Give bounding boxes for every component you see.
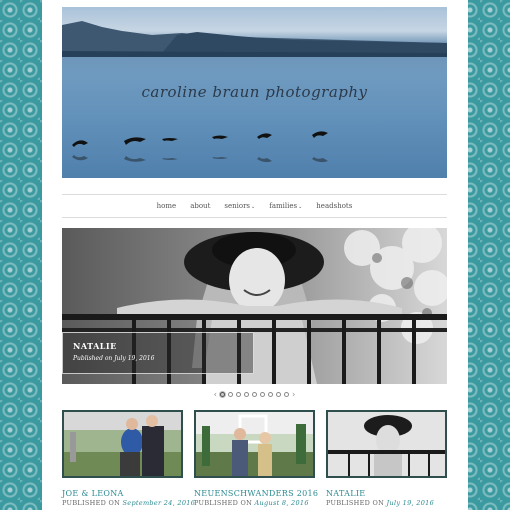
- nav-item-home[interactable]: home: [157, 202, 177, 210]
- recent-posts: JOE & LEONA PUBLISHED ON September 24, 2…: [62, 410, 447, 510]
- chevron-down-icon: ⌄: [251, 204, 256, 210]
- slider-dot[interactable]: [268, 391, 273, 397]
- chevron-down-icon: ⌄: [298, 204, 303, 210]
- post-thumbnail[interactable]: [194, 410, 315, 478]
- post-card[interactable]: NEUENSCHWANDERS 2016 PUBLISHED ON August…: [194, 410, 318, 507]
- post-date[interactable]: September 24, 2016: [123, 499, 196, 507]
- post-meta-prefix: PUBLISHED ON: [326, 499, 385, 507]
- nav-label: home: [156, 202, 177, 210]
- post-meta-prefix: PUBLISHED ON: [194, 499, 253, 507]
- post-date[interactable]: August 8, 2016: [255, 499, 309, 507]
- slider-dot[interactable]: [228, 391, 233, 397]
- slider-dot[interactable]: [236, 391, 241, 397]
- slider-dot[interactable]: [244, 391, 249, 397]
- nav-label: about: [190, 202, 211, 210]
- post-photo: [196, 412, 313, 476]
- post-thumbnail[interactable]: [62, 410, 183, 478]
- slider-navigation: ‹ ›: [62, 389, 447, 399]
- nav-label: headshots: [316, 202, 353, 210]
- post-title[interactable]: JOE & LEONA: [62, 489, 183, 498]
- site-title[interactable]: caroline braun photography: [62, 83, 447, 101]
- slide-caption[interactable]: NATALIE Published on July 19, 2016: [62, 332, 254, 374]
- main-navigation: home about seniors⌄ families⌄ headshots: [62, 194, 447, 218]
- featured-slider[interactable]: NATALIE Published on July 19, 2016: [62, 228, 447, 384]
- post-meta-prefix: PUBLISHED ON: [62, 499, 121, 507]
- post-card[interactable]: NATALIE PUBLISHED ON July 19, 2016: [326, 410, 447, 507]
- post-meta: PUBLISHED ON August 8, 2016: [194, 499, 315, 507]
- nav-item-families[interactable]: families⌄: [269, 202, 302, 210]
- nav-label: seniors: [224, 202, 251, 210]
- post-thumbnail[interactable]: [326, 410, 447, 478]
- slider-dot[interactable]: [276, 391, 281, 397]
- post-date[interactable]: July 19, 2016: [387, 499, 434, 507]
- slider-dot[interactable]: [252, 391, 257, 397]
- post-meta: PUBLISHED ON September 24, 2016: [62, 499, 195, 507]
- slider-dot[interactable]: [220, 391, 225, 397]
- slider-dot[interactable]: [260, 391, 265, 397]
- nav-item-seniors[interactable]: seniors⌄: [224, 202, 255, 210]
- post-title[interactable]: NEUENSCHWANDERS 2016: [194, 489, 318, 498]
- post-photo: [64, 412, 181, 476]
- post-card[interactable]: JOE & LEONA PUBLISHED ON September 24, 2…: [62, 410, 195, 507]
- post-meta: PUBLISHED ON July 19, 2016: [326, 499, 447, 507]
- nav-item-headshots[interactable]: headshots: [316, 202, 352, 210]
- post-photo: [328, 412, 445, 476]
- slide-title[interactable]: NATALIE: [73, 341, 243, 351]
- nav-label: families: [269, 202, 298, 210]
- nav-item-about[interactable]: about: [190, 202, 210, 210]
- slider-prev-arrow-icon[interactable]: ‹: [214, 390, 217, 399]
- page-container: caroline braun photography home about se…: [42, 0, 468, 510]
- header-banner[interactable]: caroline braun photography: [62, 7, 447, 178]
- slider-next-arrow-icon[interactable]: ›: [292, 390, 295, 399]
- slider-dot[interactable]: [284, 391, 289, 397]
- post-title[interactable]: NATALIE: [326, 489, 447, 498]
- mountain-range-image: [62, 21, 447, 57]
- slide-date: Published on July 19, 2016: [73, 355, 155, 362]
- flying-birds-image: [72, 131, 328, 163]
